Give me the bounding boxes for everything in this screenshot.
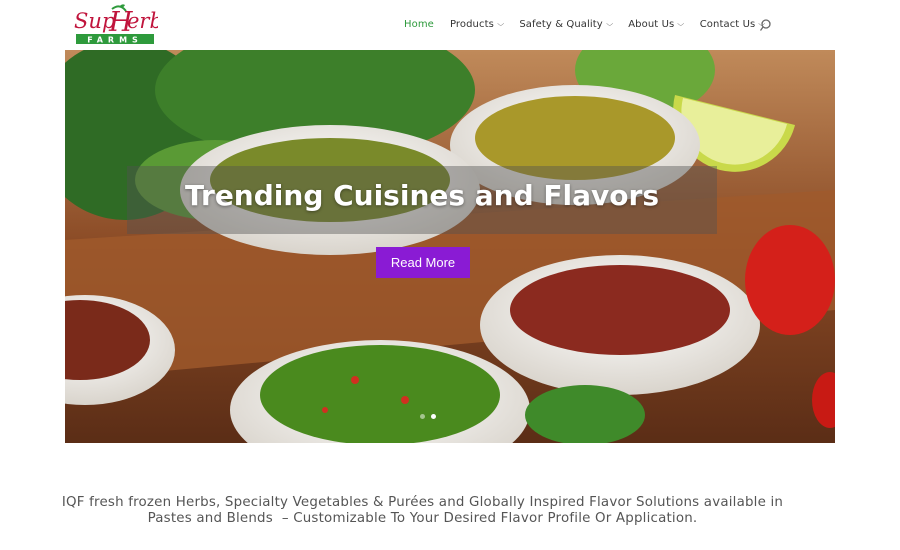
tagline-line-1: IQF fresh frozen Herbs, Specialty Vegeta…	[61, 495, 784, 510]
main-nav: Home Products ⌵ Safety & Quality ⌵ About…	[404, 17, 781, 31]
nav-label: Contact Us	[699, 18, 756, 30]
nav-item-products[interactable]: Products ⌵	[449, 18, 505, 30]
nav-label: About Us	[628, 18, 675, 30]
hero-slider: Trending Cuisines and Flavors Read More	[65, 50, 835, 443]
nav-item-home[interactable]: Home	[404, 19, 434, 30]
svg-text:erb: erb	[127, 9, 158, 33]
nav-item-about-us[interactable]: About Us ⌵	[628, 18, 685, 30]
chevron-down-icon: ⌵	[677, 19, 685, 28]
site-header: Sup H erb FARMS Home Products ⌵ Safety &…	[0, 0, 900, 50]
search-icon[interactable]	[759, 17, 774, 31]
chevron-down-icon: ⌵	[497, 19, 505, 28]
nav-item-safety-quality[interactable]: Safety & Quality ⌵	[519, 18, 614, 30]
chevron-down-icon: ⌵	[606, 19, 614, 28]
nav-item-contact-us[interactable]: Contact Us ⌵	[699, 18, 766, 30]
nav-label: Products	[449, 18, 494, 30]
slider-dot[interactable]	[420, 414, 425, 419]
tagline-line-2: Pastes and Blends – Customizable To Your…	[147, 511, 698, 526]
nav-label: Safety & Quality	[519, 18, 603, 30]
read-more-button[interactable]: Read More	[376, 247, 470, 278]
nav-label: Home	[404, 18, 434, 30]
tagline: IQF fresh frozen Herbs, Specialty Vegeta…	[60, 495, 785, 527]
slider-dots	[420, 414, 436, 419]
hero-title: Trending Cuisines and Flavors	[184, 179, 659, 212]
supherb-logo[interactable]: Sup H erb FARMS	[72, 3, 163, 47]
slider-dot-active[interactable]	[431, 414, 436, 419]
svg-text:FARMS: FARMS	[87, 36, 143, 45]
